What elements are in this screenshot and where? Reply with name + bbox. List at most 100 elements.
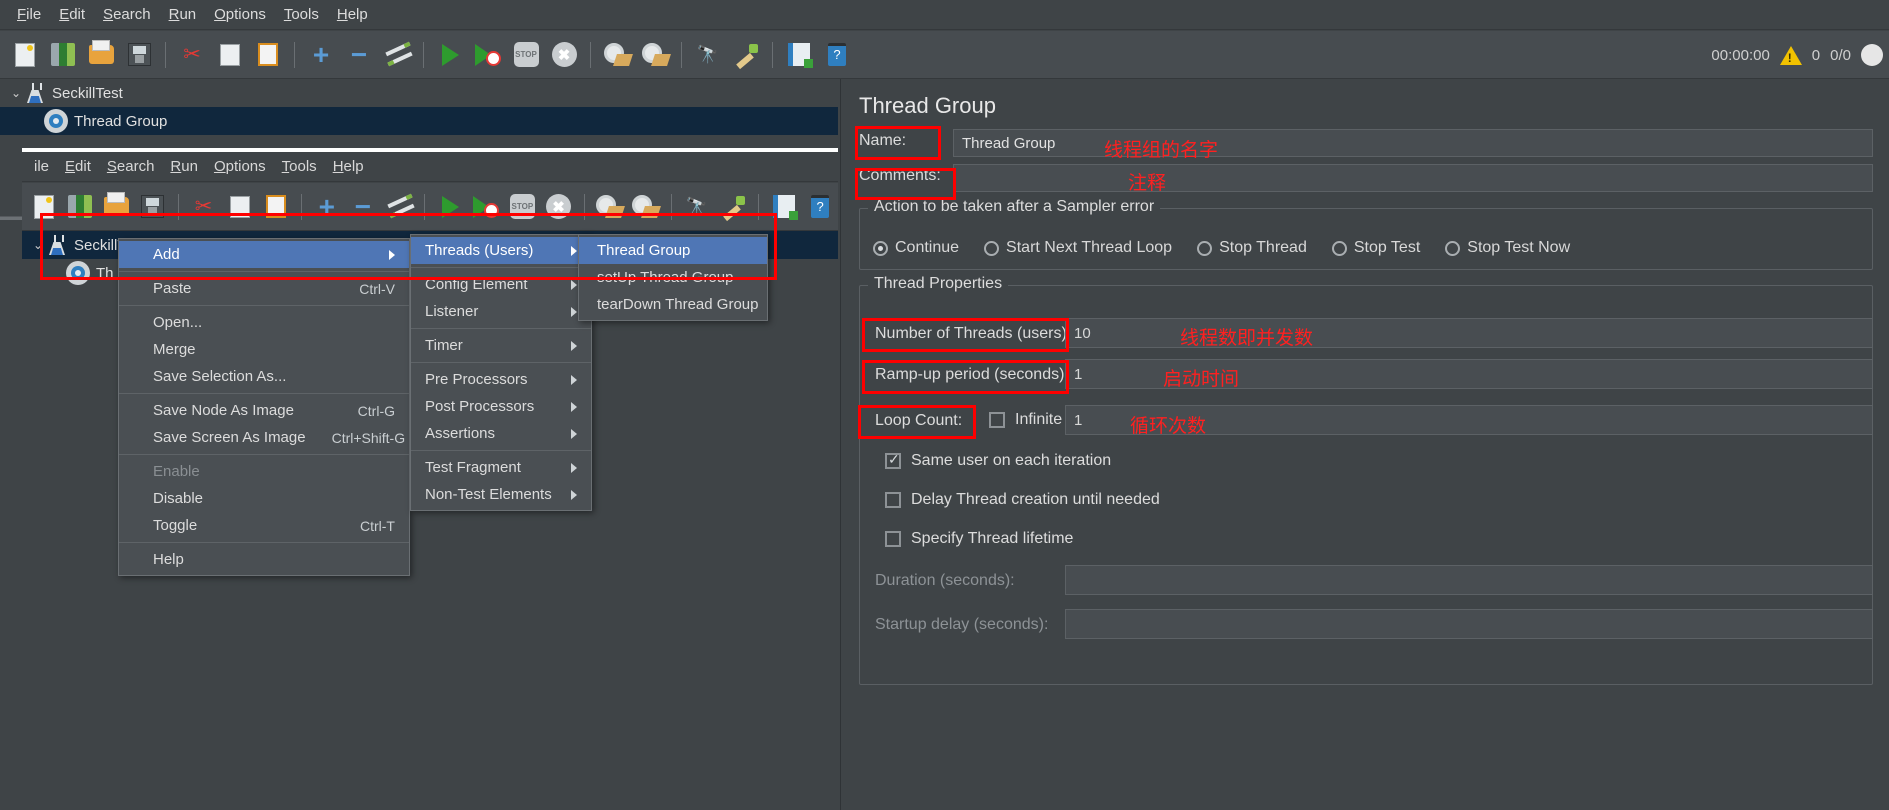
submenu-item-teardown-thread-group[interactable]: tearDown Thread Group	[579, 291, 767, 318]
start-no-pauses-icon[interactable]	[472, 39, 504, 71]
help-icon[interactable]: ?	[821, 39, 853, 71]
tree-node-seckilltest[interactable]: ⌄ SeckillTest	[0, 79, 838, 107]
inner-menu-help[interactable]: Help	[325, 155, 372, 178]
submenu-item-threads-users[interactable]: Threads (Users)	[411, 237, 591, 264]
collapse-icon[interactable]: −	[343, 39, 375, 71]
submenu-item-timer[interactable]: Timer	[411, 332, 591, 359]
duration-input[interactable]	[1065, 565, 1873, 595]
save-icon[interactable]	[123, 39, 155, 71]
radio-stop-test-now[interactable]: Stop Test Now	[1445, 239, 1570, 257]
menu-run[interactable]: Run	[160, 3, 206, 26]
warning-count: 0	[1811, 46, 1821, 64]
cut-icon[interactable]: ✂	[188, 191, 218, 223]
menu-help[interactable]: Help	[328, 3, 377, 26]
radio-continue[interactable]: Continue	[873, 239, 959, 257]
menu-separator	[411, 328, 591, 329]
paste-icon[interactable]	[252, 39, 284, 71]
startup-delay-input[interactable]	[1065, 609, 1873, 639]
submenu-item-label: Timer	[425, 337, 463, 354]
expand-icon[interactable]: +	[305, 39, 337, 71]
shutdown-icon[interactable]: ✖	[548, 39, 580, 71]
start-no-pauses-icon[interactable]	[471, 191, 501, 223]
paste-icon[interactable]	[261, 191, 291, 223]
context-menu-item-merge[interactable]: Merge	[119, 336, 409, 363]
chevron-down-icon[interactable]: ⌄	[28, 238, 48, 252]
clear-icon[interactable]	[601, 39, 633, 71]
context-menu-item-open[interactable]: Open...	[119, 309, 409, 336]
inner-menu-options[interactable]: Options	[206, 155, 274, 178]
save-icon[interactable]	[137, 191, 167, 223]
start-icon[interactable]	[435, 191, 465, 223]
radio-stop-test[interactable]: Stop Test	[1331, 239, 1420, 257]
toggle-icon[interactable]	[381, 39, 413, 71]
comments-input[interactable]	[953, 164, 1873, 192]
expand-icon[interactable]: +	[312, 191, 342, 223]
specify-thread-lifetime-checkbox[interactable]: Specify Thread lifetime	[885, 530, 1073, 548]
submenu-item-listener[interactable]: Listener	[411, 298, 591, 325]
submenu-item-non-test-elements[interactable]: Non-Test Elements	[411, 481, 591, 508]
start-icon[interactable]	[434, 39, 466, 71]
collapse-icon[interactable]: −	[348, 191, 378, 223]
context-menu-item-save-screen-as-image[interactable]: Save Screen As Image Ctrl+Shift-G	[119, 424, 409, 451]
warning-icon[interactable]	[1779, 45, 1802, 65]
stop-icon[interactable]: STOP	[510, 39, 542, 71]
clear-all-icon[interactable]	[639, 39, 671, 71]
submenu-arrow-icon	[389, 249, 395, 260]
search-reset-icon[interactable]	[718, 191, 748, 223]
open-icon[interactable]	[85, 39, 117, 71]
toggle-icon[interactable]	[384, 191, 414, 223]
context-menu-item-save-node-as-image[interactable]: Save Node As Image Ctrl-G	[119, 397, 409, 424]
menu-search[interactable]: Search	[94, 3, 160, 26]
context-menu-item-label: Enable	[153, 463, 200, 480]
copy-icon[interactable]	[214, 39, 246, 71]
inner-menu-run[interactable]: Run	[162, 155, 206, 178]
radio-start-next-thread-loop[interactable]: Start Next Thread Loop	[984, 239, 1172, 257]
clear-all-icon[interactable]	[631, 191, 661, 223]
submenu-item-label: Test Fragment	[425, 459, 521, 476]
new-icon[interactable]	[9, 39, 41, 71]
search-icon[interactable]: 🔭	[682, 191, 712, 223]
submenu-item-test-fragment[interactable]: Test Fragment	[411, 454, 591, 481]
function-helper-icon[interactable]	[783, 39, 815, 71]
inner-menu-edit[interactable]: Edit	[57, 155, 99, 178]
context-menu-item-add[interactable]: Add	[119, 241, 409, 268]
templates-icon[interactable]	[65, 191, 95, 223]
chevron-down-icon[interactable]: ⌄	[6, 86, 26, 100]
submenu-item-thread-group[interactable]: Thread Group	[579, 237, 767, 264]
stop-icon[interactable]: STOP	[507, 191, 537, 223]
clear-icon[interactable]	[595, 191, 625, 223]
shutdown-icon[interactable]: ✖	[543, 191, 573, 223]
cut-icon[interactable]: ✂	[176, 39, 208, 71]
submenu-item-pre-processors[interactable]: Pre Processors	[411, 366, 591, 393]
context-menu-item-toggle[interactable]: Toggle Ctrl-T	[119, 512, 409, 539]
inner-menu-file[interactable]: ile	[26, 155, 57, 178]
infinite-checkbox[interactable]: Infinite	[989, 411, 1062, 429]
inner-menu-search[interactable]: Search	[99, 155, 163, 178]
delay-thread-creation-checkbox[interactable]: Delay Thread creation until needed	[885, 491, 1160, 509]
menu-file[interactable]: File	[8, 3, 50, 26]
templates-icon[interactable]	[47, 39, 79, 71]
help-icon[interactable]: ?	[805, 191, 835, 223]
context-menu-item-disable[interactable]: Disable	[119, 485, 409, 512]
name-label: Name:	[859, 132, 907, 149]
copy-icon[interactable]	[225, 191, 255, 223]
submenu-item-post-processors[interactable]: Post Processors	[411, 393, 591, 420]
search-reset-icon[interactable]	[730, 39, 762, 71]
new-icon[interactable]	[29, 191, 59, 223]
radio-stop-thread[interactable]: Stop Thread	[1197, 239, 1307, 257]
open-icon[interactable]	[101, 191, 131, 223]
context-menu-item-save-selection-as[interactable]: Save Selection As...	[119, 363, 409, 390]
inner-menu-tools[interactable]: Tools	[274, 155, 325, 178]
same-user-checkbox[interactable]: Same user on each iteration	[885, 451, 1111, 470]
menu-edit[interactable]: Edit	[50, 3, 94, 26]
menu-options[interactable]: Options	[205, 3, 275, 26]
submenu-item-config-element[interactable]: Config Element	[411, 271, 591, 298]
name-input[interactable]: Thread Group	[953, 129, 1873, 157]
submenu-item-assertions[interactable]: Assertions	[411, 420, 591, 447]
context-menu-item-help[interactable]: Help	[119, 546, 409, 573]
tree-node-thread-group[interactable]: Thread Group	[0, 107, 838, 135]
menu-tools[interactable]: Tools	[275, 3, 328, 26]
submenu-arrow-icon	[571, 401, 577, 412]
search-icon[interactable]: 🔭	[692, 39, 724, 71]
shortcut-label: Ctrl+Shift-G	[331, 429, 406, 446]
